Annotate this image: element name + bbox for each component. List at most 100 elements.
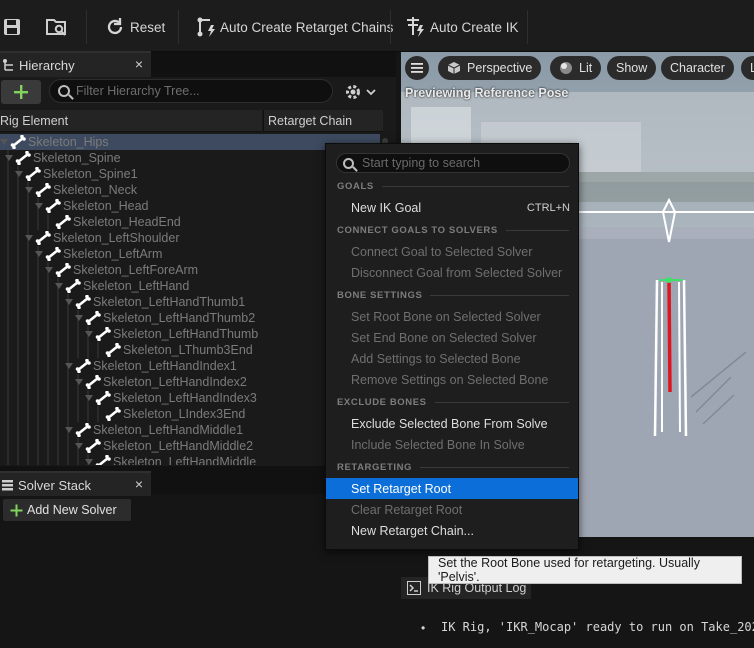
tree-row[interactable]: Skeleton_LThumb3End <box>105 342 253 358</box>
expand-arrow-icon[interactable] <box>85 331 93 337</box>
lit-button[interactable]: Lit <box>550 56 602 80</box>
menu-item-set-root-bone[interactable]: Set Root Bone on Selected Solver <box>326 306 578 327</box>
expand-arrow-icon[interactable] <box>65 363 73 369</box>
tree-row[interactable]: Skeleton_LeftHandIndex2 <box>75 374 247 390</box>
perspective-button[interactable]: Perspective <box>438 56 542 80</box>
expand-arrow-icon[interactable] <box>55 283 63 289</box>
expand-arrow-icon[interactable] <box>35 251 43 257</box>
expand-arrow-icon[interactable] <box>65 427 73 433</box>
bone-icon <box>85 438 101 454</box>
exclude-bone-label: Exclude Selected Bone From Solve <box>351 416 548 431</box>
tooltip-text: Set the Root Bone used for retargeting. … <box>438 556 700 584</box>
tree-row[interactable]: Skeleton_LeftHandMiddle1 <box>65 422 243 438</box>
menu-item-include-bone[interactable]: Include Selected Bone In Solve <box>326 434 578 455</box>
close-icon[interactable]: × <box>135 56 143 72</box>
add-element-button[interactable] <box>1 80 41 104</box>
disconnect-goal-label: Disconnect Goal from Selected Solver <box>351 265 563 280</box>
tooltip: Set the Root Bone used for retargeting. … <box>428 556 742 584</box>
save-icon[interactable] <box>3 18 21 36</box>
reset-button[interactable]: Reset <box>104 12 165 42</box>
bone-icon <box>95 454 111 465</box>
hierarchy-tab-label: Hierarchy <box>19 57 75 73</box>
tree-row[interactable]: Skeleton_LeftHand <box>55 278 189 294</box>
auto-create-ik-button[interactable]: Auto Create IK <box>404 12 519 42</box>
section-connect-goals: CONNECT GOALS TO SOLVERS <box>337 223 569 237</box>
menu-item-disconnect-goal[interactable]: Disconnect Goal from Selected Solver <box>326 262 578 283</box>
lit-label: Lit <box>579 61 593 75</box>
tree-row[interactable]: Skeleton_Hips <box>0 134 380 150</box>
tree-row-label: Skeleton_Hips <box>28 135 109 149</box>
expand-arrow-icon[interactable] <box>75 315 83 321</box>
tree-row[interactable]: Skeleton_Neck <box>25 182 137 198</box>
toolbar-separator <box>390 10 391 44</box>
tree-row-label: Skeleton_LeftHandThumb2 <box>103 311 256 325</box>
context-search-placeholder: Start typing to search <box>362 156 481 170</box>
context-menu-search-input[interactable]: Start typing to search <box>336 153 570 173</box>
expand-arrow-icon[interactable] <box>75 443 83 449</box>
expand-arrow-icon[interactable] <box>65 299 73 305</box>
section-bone-settings: BONE SETTINGS <box>337 288 569 302</box>
output-log-panel: • IK Rig, 'IKR_Mocap' ready to run on Ta… <box>401 599 754 648</box>
column-header-retarget-chain[interactable]: Retarget Chain <box>263 110 383 132</box>
expand-arrow-icon[interactable] <box>0 139 8 145</box>
browse-asset-icon[interactable] <box>46 17 68 37</box>
plus-icon <box>10 504 23 516</box>
tree-row[interactable]: Skeleton_Head <box>35 198 148 214</box>
tree-row[interactable]: Skeleton_Spine1 <box>15 166 138 182</box>
rig-element-header-label: Rig Element <box>0 113 69 128</box>
tree-row-label: Skeleton_LeftHandIndex3 <box>113 391 257 405</box>
tree-row[interactable]: Skeleton_LeftHandThumb1 <box>65 294 245 310</box>
tree-row[interactable]: Skeleton_LeftHandIndex3 <box>85 390 257 406</box>
tree-row[interactable]: Skeleton_LeftShoulder <box>25 230 179 246</box>
column-header-rig-element[interactable]: Rig Element <box>0 110 262 132</box>
tree-row[interactable]: Skeleton_LeftHandMiddle2 <box>75 438 253 454</box>
expand-arrow-icon[interactable] <box>5 155 13 161</box>
menu-item-connect-goal[interactable]: Connect Goal to Selected Solver <box>326 241 578 262</box>
expand-arrow-icon[interactable] <box>85 459 93 465</box>
tree-row-label: Skeleton_LeftHandIndex1 <box>93 359 237 373</box>
expand-arrow-icon[interactable] <box>25 187 33 193</box>
menu-item-add-settings[interactable]: Add Settings to Selected Bone <box>326 348 578 369</box>
menu-item-set-retarget-root[interactable]: Set Retarget Root <box>326 478 578 499</box>
expand-arrow-icon[interactable] <box>45 267 53 273</box>
tree-row[interactable]: Skeleton_LeftHandMiddle <box>85 454 256 465</box>
hierarchy-search-input[interactable]: Filter Hierarchy Tree... <box>49 79 333 103</box>
add-settings-label: Add Settings to Selected Bone <box>351 351 521 366</box>
close-icon[interactable]: × <box>135 476 143 492</box>
tree-row[interactable]: Skeleton_Spine <box>5 150 121 166</box>
auto-create-retarget-chains-button[interactable]: Auto Create Retarget Chains <box>196 12 393 42</box>
menu-item-set-end-bone[interactable]: Set End Bone on Selected Solver <box>326 327 578 348</box>
tree-row-label: Skeleton_Spine <box>33 151 121 165</box>
show-button[interactable]: Show <box>607 56 657 80</box>
character-button[interactable]: Character <box>661 56 734 80</box>
tree-row[interactable]: Skeleton_LeftForeArm <box>45 262 198 278</box>
tab-solver-stack[interactable]: Solver Stack × <box>0 471 151 497</box>
menu-item-remove-settings[interactable]: Remove Settings on Selected Bone <box>326 369 578 390</box>
viewport-options-button[interactable] <box>405 56 429 80</box>
tree-row-label: Skeleton_LIndex3End <box>123 407 246 421</box>
expand-arrow-icon[interactable] <box>35 203 43 209</box>
tree-row[interactable]: Skeleton_LeftArm <box>35 246 162 262</box>
tree-row[interactable]: Skeleton_HeadEnd <box>55 214 181 230</box>
tree-row[interactable]: Skeleton_LeftHandThumb <box>85 326 258 342</box>
menu-item-exclude-bone[interactable]: Exclude Selected Bone From Solve <box>326 413 578 434</box>
tree-row[interactable]: Skeleton_LIndex3End <box>105 406 245 422</box>
settings-dropdown[interactable] <box>344 82 380 102</box>
expand-arrow-icon[interactable] <box>75 379 83 385</box>
tree-row-label: Skeleton_HeadEnd <box>73 215 181 229</box>
menu-item-new-ik-goal[interactable]: New IK Goal CTRL+N <box>326 197 578 218</box>
section-bone-settings-label: BONE SETTINGS <box>337 289 423 301</box>
bone-icon <box>75 358 91 374</box>
add-new-solver-button[interactable]: Add New Solver <box>3 499 131 521</box>
tree-row[interactable]: Skeleton_LeftHandIndex1 <box>65 358 237 374</box>
bone-icon <box>105 342 121 358</box>
expand-arrow-icon[interactable] <box>15 171 23 177</box>
menu-item-clear-retarget-root[interactable]: Clear Retarget Root <box>326 499 578 520</box>
expand-arrow-icon[interactable] <box>25 235 33 241</box>
log-line: IK Rig, 'IKR_Mocap' ready to run on Take… <box>441 620 754 634</box>
tree-row[interactable]: Skeleton_LeftHandThumb2 <box>75 310 255 326</box>
solver-stack-tab-label: Solver Stack <box>18 477 91 493</box>
tab-hierarchy[interactable]: Hierarchy × <box>0 51 151 77</box>
expand-arrow-icon[interactable] <box>85 395 93 401</box>
menu-item-new-retarget-chain[interactable]: New Retarget Chain... <box>326 520 578 541</box>
